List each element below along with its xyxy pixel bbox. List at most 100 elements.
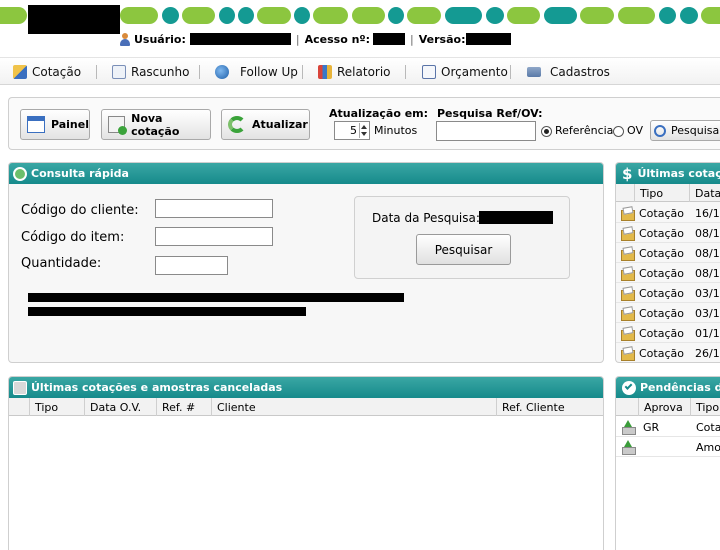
table-row[interactable]: Cotação 01/12 <box>616 323 720 343</box>
menu-item-orcamento[interactable]: Orçamento <box>422 58 508 85</box>
canceladas-header: Últimas cotações e amostras canceladas <box>9 377 603 398</box>
painel-button[interactable]: Painel <box>20 109 90 140</box>
cell-tipo: Cotação <box>639 326 684 340</box>
logo-redacted <box>28 5 120 34</box>
pesquisar-button[interactable]: Pesquisar <box>416 234 511 265</box>
col-tipo: Tipo <box>690 398 720 416</box>
cell-data: 03/12 <box>695 306 720 320</box>
codigo-item-label: Código do item: <box>21 230 125 245</box>
cell-data: 01/12 <box>695 326 720 340</box>
table-row[interactable]: Amos <box>616 437 720 457</box>
toolbar: Painel Nova cotação Atualizar Atualizaçã… <box>8 97 720 150</box>
cell-data: 08/12 <box>695 246 720 260</box>
pesquisa-ref-label: Pesquisa Ref/OV: <box>437 107 543 120</box>
main-menu: Cotação Rascunho Follow Up Relatorio Orç… <box>0 57 720 85</box>
table-row[interactable]: Cotação 08/12 <box>616 263 720 283</box>
search-icon <box>13 166 27 181</box>
ultimas-cotacoes-panel: $ Últimas cotaçõ Tipo Data Cotação16/12C… <box>615 162 720 363</box>
menu-item-cadastros[interactable]: Cadastros <box>527 58 610 85</box>
note-redacted <box>28 307 306 316</box>
codigo-cliente-label: Código do cliente: <box>21 203 139 218</box>
note-redacted <box>28 293 404 302</box>
menu-item-relatorio[interactable]: Relatorio <box>318 58 391 85</box>
user-info-bar: Usuário: | Acesso nº: | Versão: <box>119 31 512 47</box>
consulta-rapida-title: Consulta rápida <box>31 167 129 180</box>
table-row[interactable]: Cotação 16/12 <box>616 203 720 223</box>
pesquisar-ref-button[interactable]: Pesquisar <box>650 120 720 141</box>
pesquisar-label: Pesquisar <box>671 124 720 137</box>
pesquisa-ref-input[interactable] <box>436 121 536 141</box>
menu-divider <box>510 65 511 79</box>
document-icon <box>620 286 635 301</box>
col-data-ov: Data O.V. <box>84 398 156 416</box>
table-row[interactable]: GR Cotaç <box>616 417 720 437</box>
data-pesquisa-redacted <box>479 211 553 224</box>
trash-icon <box>13 380 27 395</box>
separator: | <box>410 32 414 46</box>
table-row[interactable]: Cotação 26/11 <box>616 343 720 362</box>
menu-divider <box>302 65 303 79</box>
pencil-icon <box>13 64 27 79</box>
usuario-redacted <box>189 33 291 45</box>
menu-divider <box>96 65 97 79</box>
cell-tipo: Cotação <box>639 346 684 360</box>
search-icon <box>654 124 666 137</box>
upload-icon[interactable] <box>621 440 636 455</box>
nova-cotacao-button[interactable]: Nova cotação <box>101 109 211 140</box>
cell-tipo: Cotação <box>639 246 684 260</box>
referencia-label: Referência <box>555 124 614 137</box>
menu-divider <box>199 65 200 79</box>
usuario-label: Usuário: <box>134 32 186 46</box>
codigo-item-input[interactable] <box>155 227 273 246</box>
atualizacao-spinner[interactable]: 5 <box>334 121 370 140</box>
quantidade-input[interactable] <box>155 256 228 275</box>
menu-label: Rascunho <box>131 64 190 79</box>
menu-item-cotacao[interactable]: Cotação <box>13 58 81 85</box>
refresh-icon <box>228 116 246 133</box>
dollar-icon: $ <box>622 164 633 183</box>
table-row[interactable]: Cotação 03/12 <box>616 283 720 303</box>
table-row[interactable]: Cotação 03/12 <box>616 303 720 323</box>
cell-tipo: Cotação <box>639 306 684 320</box>
cell-tipo: Cotação <box>639 266 684 280</box>
document-icon <box>620 346 635 361</box>
atualizar-button[interactable]: Atualizar <box>221 109 310 140</box>
report-icon <box>318 64 332 79</box>
minutos-label: Minutos <box>374 124 418 137</box>
cell-data: 16/12 <box>695 206 720 220</box>
col-ref: Ref. # <box>156 398 212 416</box>
table-row[interactable]: Cotação 08/12 <box>616 223 720 243</box>
acesso-redacted <box>373 33 406 45</box>
cell-tipo: Cotação <box>639 206 684 220</box>
cell-data: 26/11 <box>695 346 720 360</box>
separator: | <box>295 32 300 46</box>
spinner-arrows-icon[interactable] <box>359 123 368 138</box>
referencia-radio[interactable] <box>541 126 552 137</box>
ultimas-cotacoes-header: $ Últimas cotaçõ <box>616 163 720 184</box>
document-icon <box>422 64 436 79</box>
document-icon <box>620 306 635 321</box>
ov-radio[interactable] <box>613 126 624 137</box>
upload-icon[interactable] <box>621 420 636 435</box>
codigo-cliente-input[interactable] <box>155 199 273 218</box>
document-icon <box>620 326 635 341</box>
menu-item-rascunho[interactable]: Rascunho <box>112 58 189 85</box>
document-icon <box>620 246 635 261</box>
canceladas-panel: Últimas cotações e amostras canceladas T… <box>8 376 604 550</box>
consulta-rapida-header: Consulta rápida <box>9 163 603 184</box>
cell-aprova: GR <box>643 420 660 434</box>
pendencias-table-header: Aprova Tipo <box>616 398 720 416</box>
globe-icon <box>215 64 229 79</box>
pendencias-title: Pendências de <box>640 381 720 394</box>
table-row[interactable]: Cotação 08/12 <box>616 243 720 263</box>
menu-label: Relatorio <box>337 64 391 79</box>
atualizacao-label: Atualização em: <box>329 107 429 120</box>
col-cliente: Cliente <box>211 398 496 416</box>
document-icon <box>620 226 635 241</box>
menu-label: Cotação <box>32 64 82 79</box>
menu-item-follow-up[interactable]: Follow Up <box>215 58 298 85</box>
col-tipo: Tipo <box>29 398 84 416</box>
register-icon <box>527 66 541 77</box>
canceladas-table-header: Tipo Data O.V. Ref. # Cliente Ref. Clien… <box>9 398 603 416</box>
menu-label: Orçamento <box>441 64 508 79</box>
